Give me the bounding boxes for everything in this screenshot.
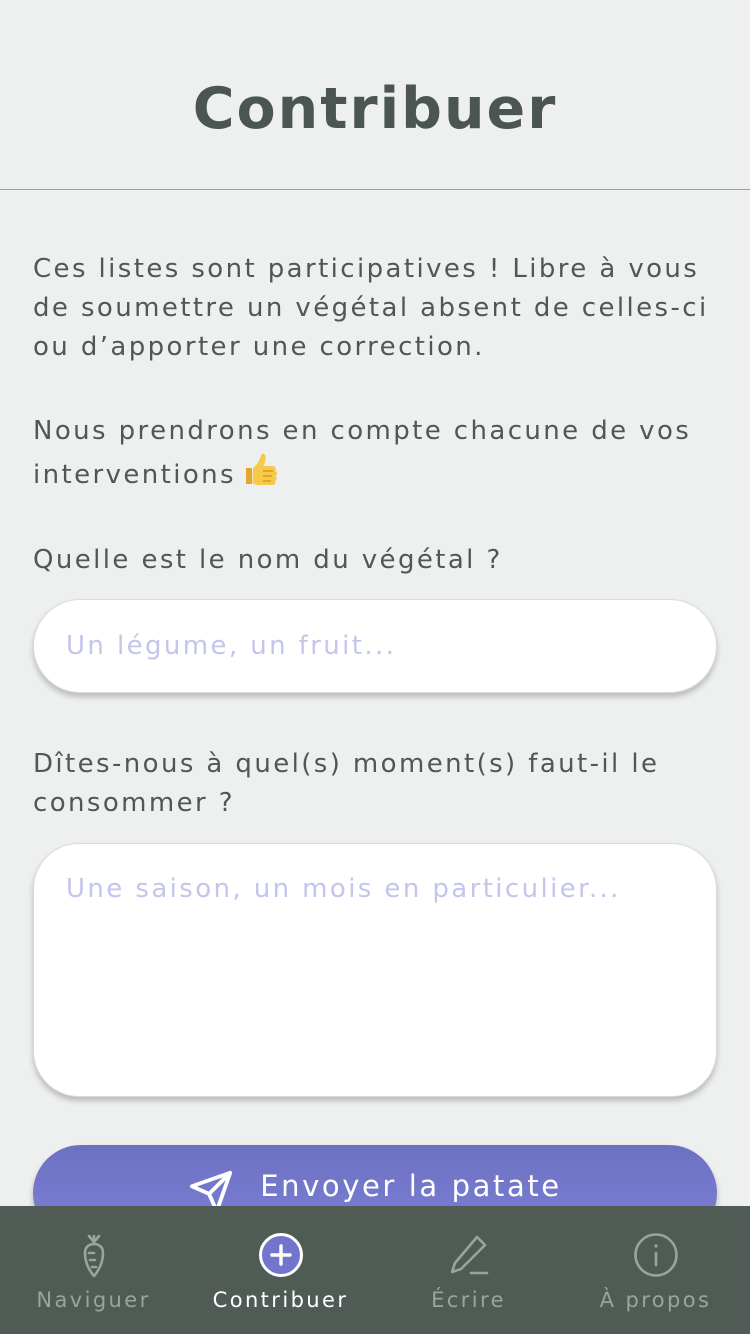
when-input[interactable] (33, 843, 717, 1097)
name-input[interactable] (33, 599, 717, 693)
tab-label-contribuer: Contribuer (212, 1288, 349, 1312)
info-circle-icon (633, 1233, 678, 1277)
page-title: Contribuer (192, 76, 558, 142)
name-field-label: Quelle est le nom du végétal ? (33, 545, 503, 575)
send-button-label: Envoyer la patate (260, 1169, 562, 1203)
page-header: Contribuer (0, 0, 750, 190)
tab-label-ecrire: Écrire (431, 1288, 506, 1312)
bottom-tab-bar: Naviguer Contribuer Écrire À propos (0, 1206, 750, 1334)
carrot-icon (83, 1234, 104, 1278)
intro-paragraph-2-text: Nous prendrons en compte chacune de vos … (33, 416, 692, 490)
plus-circle-icon (258, 1233, 303, 1277)
pencil-icon (450, 1235, 488, 1275)
intro-paragraph-1: Ces listes sont participatives ! Libre à… (33, 254, 709, 362)
intro-paragraph-2: Nous prendrons en compte chacune de vos … (33, 412, 718, 501)
intro-text: Ces listes sont participatives ! Libre à… (33, 250, 718, 501)
tab-label-naviguer: Naviguer (36, 1288, 151, 1312)
when-label-wrap: Dîtes-nous à quel(s) moment(s) faut-il l… (33, 745, 718, 823)
when-field-label: Dîtes-nous à quel(s) moment(s) faut-il l… (33, 749, 660, 818)
thumbs-up-icon (242, 451, 280, 501)
tab-label-a-propos: À propos (599, 1288, 712, 1312)
tab-contribuer[interactable]: Contribuer (187, 1206, 374, 1334)
tab-ecrire[interactable]: Écrire (375, 1206, 562, 1334)
tab-naviguer[interactable]: Naviguer (0, 1206, 187, 1334)
name-label-wrap: Quelle est le nom du végétal ? (33, 541, 718, 580)
tab-a-propos[interactable]: À propos (562, 1206, 749, 1334)
